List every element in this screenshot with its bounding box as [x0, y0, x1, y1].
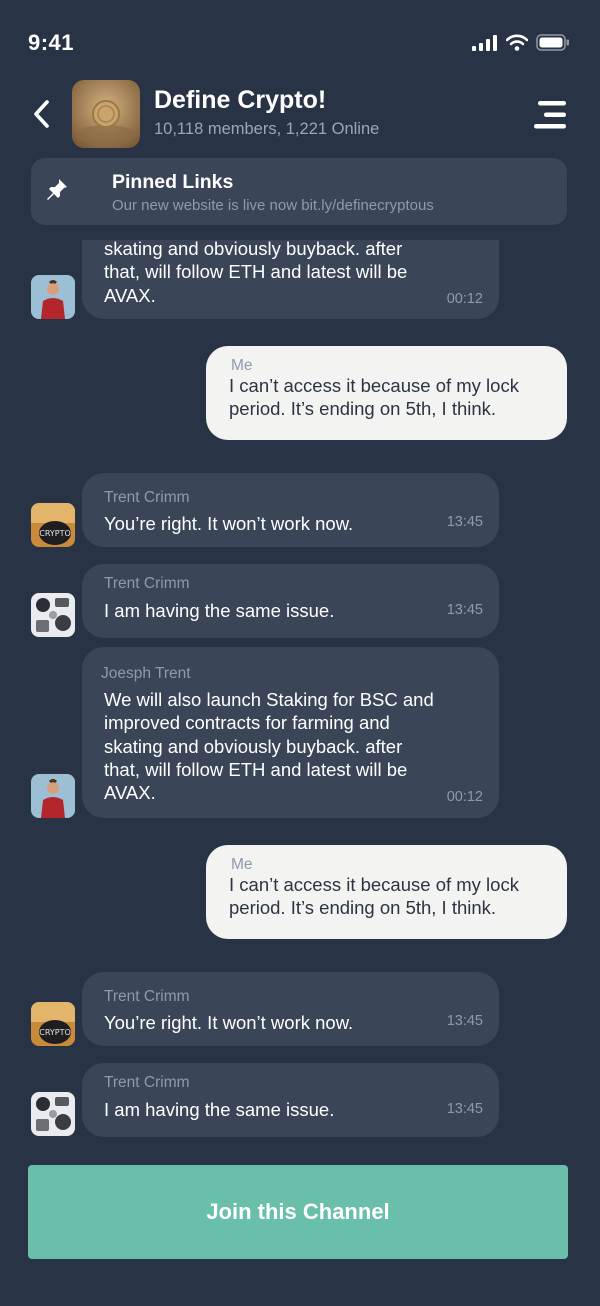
message-text: I am having the same issue.	[104, 600, 335, 621]
message-bubble-own: Me I can’t access it because of my lock …	[206, 346, 567, 440]
message-bubble: Trent Crimm You’re right. It won’t work …	[82, 473, 499, 547]
pin-icon	[47, 179, 67, 200]
message-time: 00:12	[446, 789, 483, 805]
group-member-count: 10,118 members, 1,221 Online	[154, 120, 380, 138]
pinned-link-text[interactable]: Our new website is live now bit.ly/defin…	[112, 197, 434, 214]
message-time: 13:45	[446, 514, 483, 530]
message-text: You’re right. It won’t work now.	[104, 1012, 354, 1033]
message-time: 13:45	[446, 1101, 483, 1117]
message-text: skating and obviously buyback. after tha…	[104, 238, 408, 306]
status-time: 9:41	[28, 30, 75, 55]
wifi-icon	[506, 34, 528, 51]
message-bubble: Trent Crimm I am having the same issue. …	[82, 1063, 499, 1137]
bitcoin-photo-icon	[72, 80, 140, 148]
chat-header: Define Crypto! 10,118 members, 1,221 Onl…	[0, 80, 600, 150]
avatar[interactable]	[31, 1092, 75, 1136]
message-time: 13:45	[446, 602, 483, 618]
status-icons	[472, 34, 570, 51]
message-bubble: skating and obviously buyback. after tha…	[82, 238, 499, 319]
man-red-shirt-avatar-icon	[31, 275, 75, 319]
message-sender: Trent Crimm	[104, 489, 190, 506]
message-sender: Trent Crimm	[104, 575, 190, 592]
message-sender: Me	[231, 357, 253, 374]
message-bubble-own: Me I can’t access it because of my lock …	[206, 845, 567, 939]
chevron-left-icon	[34, 100, 49, 128]
battery-icon	[536, 34, 569, 51]
avatar[interactable]: CRYPTO	[31, 1002, 75, 1046]
crypto-piggybank-avatar-icon: CRYPTO	[31, 1002, 75, 1046]
avatar[interactable]: CRYPTO	[31, 503, 75, 547]
message-sender: Trent Crimm	[104, 988, 190, 1005]
message-text: We will also launch Staking for BSC and …	[104, 689, 434, 804]
message-sender: Joesph Trent	[101, 665, 191, 682]
message-time: 00:12	[446, 291, 483, 307]
message-bubble: Trent Crimm You’re right. It won’t work …	[82, 972, 499, 1046]
avatar[interactable]	[31, 593, 75, 637]
man-red-shirt-avatar-icon	[31, 774, 75, 818]
message-bubble: Joesph Trent We will also launch Staking…	[82, 647, 499, 818]
message-text: I can’t access it because of my lock per…	[229, 874, 519, 919]
menu-icon	[534, 101, 566, 129]
message-bubble: Trent Crimm I am having the same issue. …	[82, 564, 499, 638]
tech-flatlay-avatar-icon	[31, 1092, 75, 1136]
status-bar: 9:41	[0, 0, 600, 80]
group-title: Define Crypto!	[154, 86, 327, 114]
menu-button[interactable]	[534, 100, 568, 130]
crypto-piggybank-avatar-icon: CRYPTO	[31, 503, 75, 547]
back-button[interactable]	[26, 94, 56, 134]
signal-icon	[472, 34, 497, 51]
message-text: I am having the same issue.	[104, 1099, 335, 1120]
avatar[interactable]	[31, 774, 75, 818]
avatar[interactable]	[31, 275, 75, 319]
tech-flatlay-avatar-icon	[31, 593, 75, 637]
message-time: 13:45	[446, 1013, 483, 1029]
join-channel-button[interactable]: Join this Channel	[28, 1165, 568, 1259]
svg-text:CRYPTO: CRYPTO	[39, 529, 71, 538]
pinned-links-banner[interactable]: Pinned Links Our new website is live now…	[31, 158, 567, 225]
svg-text:CRYPTO: CRYPTO	[39, 1028, 71, 1037]
pinned-title: Pinned Links	[112, 171, 234, 193]
message-text: You’re right. It won’t work now.	[104, 513, 354, 534]
message-text: I can’t access it because of my lock per…	[229, 375, 519, 420]
group-avatar[interactable]	[72, 80, 140, 148]
message-sender: Trent Crimm	[104, 1074, 190, 1091]
message-sender: Me	[231, 856, 253, 873]
